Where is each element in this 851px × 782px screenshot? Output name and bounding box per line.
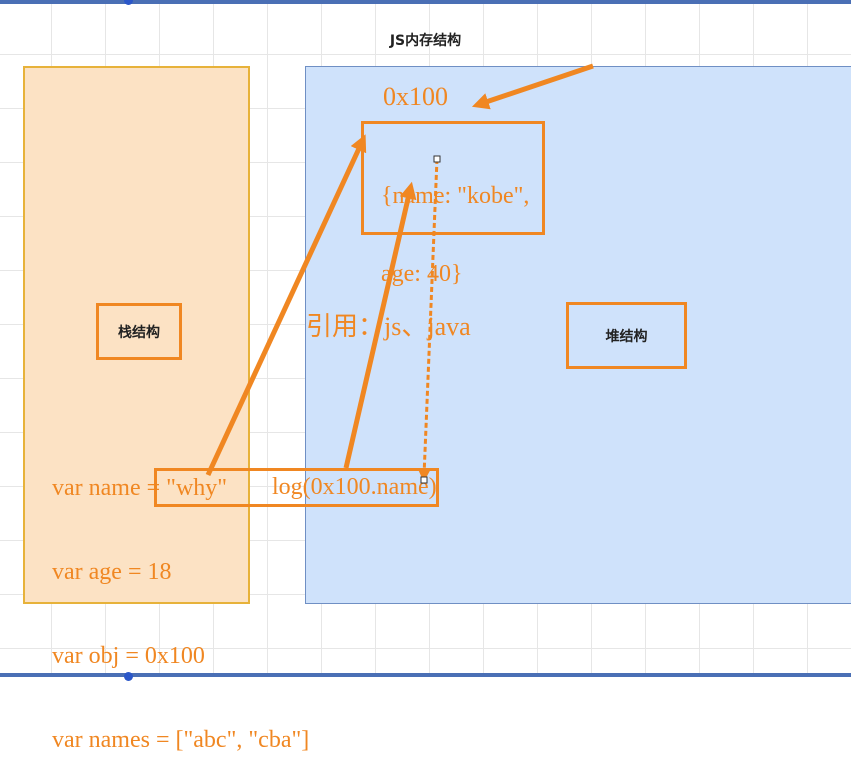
- code-line-names: var names = ["abc", "cba"]: [52, 727, 310, 753]
- selection-handle-top[interactable]: [433, 155, 441, 163]
- arrows-layer: [205, 63, 594, 484]
- arrow-log-to-object: [343, 181, 417, 469]
- arrow-to-address: [471, 63, 594, 110]
- selection-handle-bottom[interactable]: [420, 476, 428, 484]
- arrow-name-to-log: [418, 158, 439, 482]
- arrow-obj-to-object: [205, 134, 367, 477]
